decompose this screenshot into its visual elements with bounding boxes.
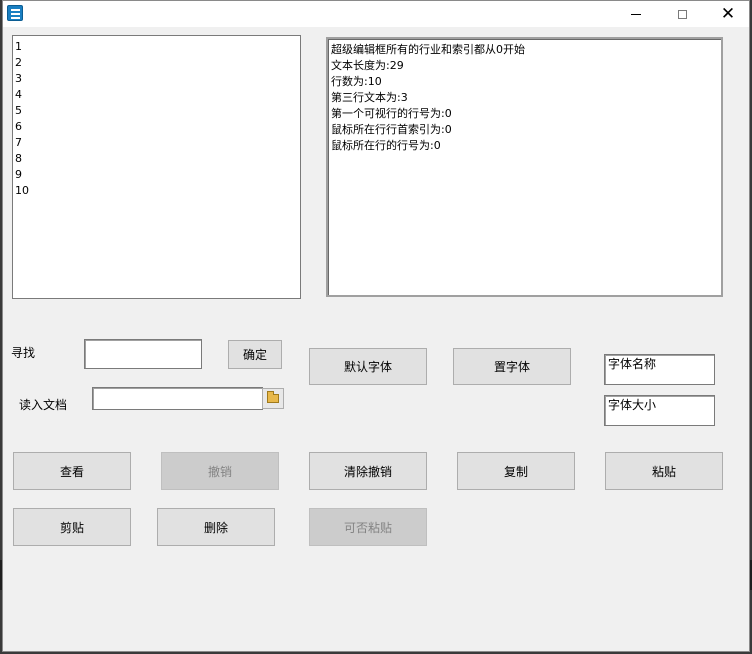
info-line: 鼠标所在行行首索引为:0 bbox=[331, 123, 452, 136]
info-line: 第三行文本为:3 bbox=[331, 91, 408, 104]
font-name-value: 字体名称 bbox=[608, 357, 657, 371]
cut-button[interactable]: 剪贴 bbox=[13, 508, 131, 546]
read-doc-input-value bbox=[93, 388, 99, 392]
find-input[interactable] bbox=[84, 339, 202, 369]
info-line: 鼠标所在行的行号为:0 bbox=[331, 139, 441, 152]
folder-open-icon bbox=[267, 391, 279, 403]
maximize-button[interactable] bbox=[659, 1, 705, 27]
view-button[interactable]: 查看 bbox=[13, 452, 131, 490]
info-line: 第一个可视行的行号为:0 bbox=[331, 107, 452, 120]
info-line: 超级编辑框所有的行业和索引都从0开始 bbox=[331, 43, 525, 56]
font-size-field[interactable]: 字体大小 bbox=[604, 395, 715, 426]
line-number-line: 8 bbox=[15, 152, 22, 165]
info-output-editbox[interactable]: 超级编辑框所有的行业和索引都从0开始 文本长度为:29 行数为:10 第三行文本为:3… bbox=[326, 37, 723, 297]
close-button[interactable]: ✕ bbox=[705, 1, 751, 27]
info-line: 文本长度为:29 bbox=[331, 59, 404, 72]
delete-button[interactable]: 删除 bbox=[157, 508, 275, 546]
undo-button[interactable]: 撤销 bbox=[161, 452, 279, 490]
line-number-line: 1 bbox=[15, 40, 22, 53]
minimize-icon bbox=[631, 13, 641, 15]
clear-undo-button[interactable]: 清除撤销 bbox=[309, 452, 427, 490]
copy-button[interactable]: 复制 bbox=[457, 452, 575, 490]
line-number-line: 4 bbox=[15, 88, 22, 101]
line-number-line: 5 bbox=[15, 104, 22, 117]
find-label: 寻找 bbox=[11, 346, 36, 360]
default-font-button[interactable]: 默认字体 bbox=[309, 348, 427, 385]
read-doc-input[interactable] bbox=[92, 387, 263, 410]
main-window: ✕ 1 2 3 4 5 6 7 8 9 10 超级编辑框所有的行业和索引都从0开始 文本长度为:29… bbox=[2, 0, 750, 652]
read-doc-label: 读入文档 bbox=[19, 398, 68, 412]
line-number-line: 9 bbox=[15, 168, 22, 181]
set-font-button[interactable]: 置字体 bbox=[453, 348, 571, 385]
confirm-button[interactable]: 确定 bbox=[228, 340, 282, 369]
line-number-line: 2 bbox=[15, 56, 22, 69]
line-number-line: 6 bbox=[15, 120, 22, 133]
app-icon bbox=[7, 5, 23, 21]
minimize-button[interactable] bbox=[613, 1, 659, 27]
line-number-line: 7 bbox=[15, 136, 22, 149]
font-name-field[interactable]: 字体名称 bbox=[604, 354, 715, 385]
line-number-editbox[interactable]: 1 2 3 4 5 6 7 8 9 10 bbox=[12, 35, 301, 299]
browse-button[interactable] bbox=[262, 388, 284, 409]
maximize-icon bbox=[677, 9, 687, 19]
find-input-value bbox=[85, 340, 91, 344]
info-line: 行数为:10 bbox=[331, 75, 382, 88]
font-size-value: 字体大小 bbox=[608, 398, 657, 412]
paste-button[interactable]: 粘贴 bbox=[605, 452, 723, 490]
line-number-line: 3 bbox=[15, 72, 22, 85]
line-number-line: 10 bbox=[15, 184, 29, 197]
close-icon: ✕ bbox=[720, 4, 736, 24]
title-bar: ✕ bbox=[3, 1, 749, 27]
can-paste-button[interactable]: 可否粘贴 bbox=[309, 508, 427, 546]
